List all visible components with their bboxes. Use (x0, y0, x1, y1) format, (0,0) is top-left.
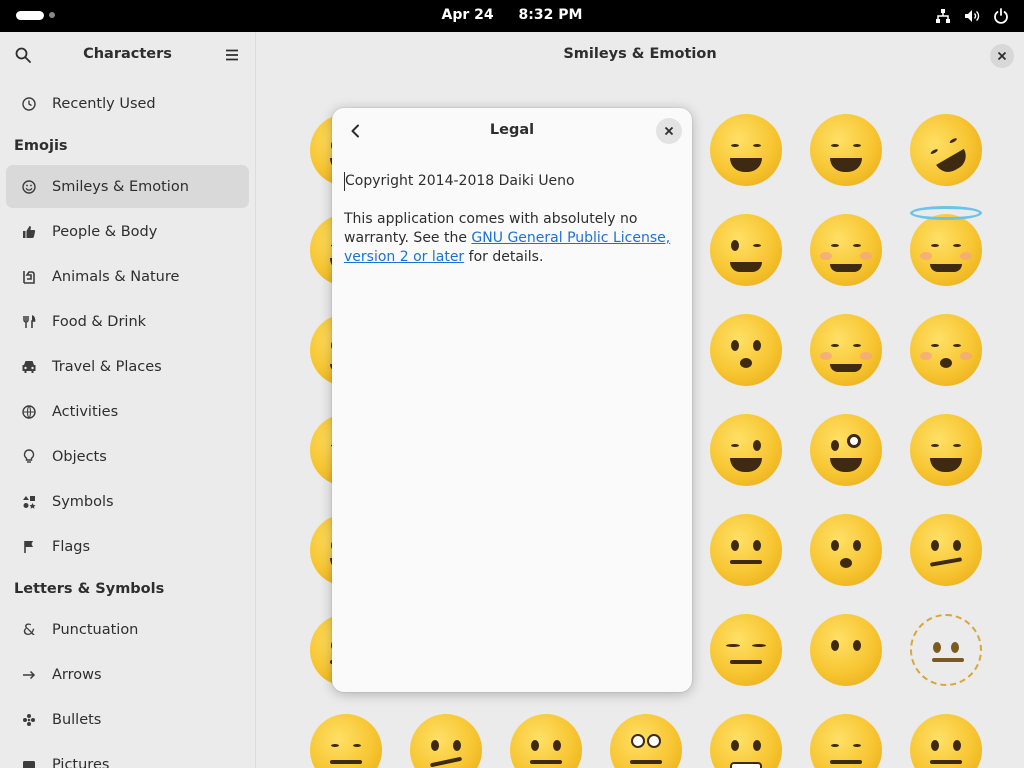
volume-icon (963, 7, 981, 25)
sidebar-item-flags[interactable]: Flags (6, 525, 249, 568)
emoji-lying-face[interactable] (896, 700, 996, 768)
symbols-icon (20, 493, 38, 511)
sidebar-item-label: Travel & Places (52, 358, 162, 375)
clock[interactable]: Apr 24 8:32 PM (0, 7, 1024, 23)
ball-icon (20, 403, 38, 421)
emoji-kissing[interactable] (696, 300, 796, 400)
window-close-button[interactable] (990, 44, 1014, 68)
close-icon (664, 126, 674, 136)
sidebar-item-label: Bullets (52, 711, 102, 728)
bullet-icon (20, 711, 38, 729)
main-header: Smileys & Emotion (256, 32, 1024, 78)
dialog-title: Legal (489, 122, 535, 138)
thumbs-up-icon (20, 223, 38, 241)
emoji-thinking[interactable] (896, 500, 996, 600)
emoji-face-in-clouds[interactable] (296, 700, 396, 768)
sidebar-item-food-drink[interactable]: Food & Drink (6, 300, 249, 343)
sidebar-item-people-body[interactable]: People & Body (6, 210, 249, 253)
sidebar-item-travel-places[interactable]: Travel & Places (6, 345, 249, 388)
emoji-no-mouth[interactable] (796, 600, 896, 700)
power-icon (992, 7, 1010, 25)
legal-dialog: Legal Copyright 2014-2018 Daiki Ueno Thi… (332, 108, 692, 692)
sidebar-item-label: Flags (52, 538, 91, 555)
hamburger-icon (226, 49, 238, 61)
sidebar-item-label: Arrows (52, 666, 102, 683)
sidebar-item-punctuation[interactable]: & Punctuation (6, 608, 249, 651)
sidebar: Characters Recently Used Emojis Smileys … (0, 32, 256, 768)
dialog-body: Copyright 2014-2018 Daiki Ueno This appl… (332, 154, 692, 267)
emoji-zany-face[interactable] (796, 400, 896, 500)
sidebar-item-label: Recently Used (52, 95, 156, 112)
emoji-smirking[interactable] (396, 700, 496, 768)
emoji-smiling-face[interactable] (796, 300, 896, 400)
time-label: 8:32 PM (518, 7, 583, 23)
section-letters-symbols: Letters & Symbols (14, 581, 165, 597)
copyright-text: Copyright 2014-2018 Daiki Ueno (344, 172, 680, 191)
smiley-icon (20, 178, 38, 196)
emoji-rolling-laughing[interactable] (896, 100, 996, 200)
sidebar-item-label: Punctuation (52, 621, 139, 638)
sidebar-item-label: Pictures (52, 756, 110, 768)
network-icon (934, 7, 952, 25)
license-text: This application comes with absolutely n… (344, 210, 680, 267)
license-suffix: for details. (464, 249, 544, 265)
picture-icon (20, 756, 38, 768)
sidebar-item-activities[interactable]: Activities (6, 390, 249, 433)
emoji-grimacing[interactable] (696, 700, 796, 768)
animal-icon (20, 268, 38, 286)
emoji-peeking-eye[interactable] (696, 500, 796, 600)
sidebar-item-label: Food & Drink (52, 313, 147, 330)
emoji-rolling-eyes[interactable] (596, 700, 696, 768)
ampersand-icon: & (22, 620, 36, 639)
section-emojis: Emojis (14, 138, 68, 154)
emoji-shushing[interactable] (796, 500, 896, 600)
emoji-kissing-closed-eyes[interactable] (896, 300, 996, 400)
top-bar: Apr 24 8:32 PM (0, 0, 1024, 32)
dialog-header: Legal (332, 108, 692, 154)
emoji-smiling-eyes[interactable] (796, 200, 896, 300)
emoji-dotted-line-face[interactable] (896, 600, 996, 700)
lightbulb-icon (20, 448, 38, 466)
date-label: Apr 24 (441, 7, 494, 23)
system-tray[interactable] (934, 7, 1010, 25)
emoji-winking-tongue[interactable] (696, 400, 796, 500)
emoji-expressionless[interactable] (696, 600, 796, 700)
sidebar-header: Characters (0, 32, 255, 78)
clock-icon (20, 95, 38, 113)
emoji-grinning-sweat[interactable] (796, 100, 896, 200)
fork-knife-icon (20, 313, 38, 331)
main-menu-button[interactable] (217, 40, 247, 70)
dialog-close-button[interactable] (656, 118, 682, 144)
sidebar-item-bullets[interactable]: Bullets (6, 698, 249, 741)
emoji-grinning-squinting[interactable] (696, 100, 796, 200)
sidebar-item-pictures[interactable]: Pictures (6, 743, 249, 768)
sidebar-item-label: Animals & Nature (52, 268, 180, 285)
emoji-winking[interactable] (696, 200, 796, 300)
flag-icon (20, 538, 38, 556)
arrow-icon (20, 666, 38, 684)
sidebar-item-label: Objects (52, 448, 107, 465)
sidebar-item-symbols[interactable]: Symbols (6, 480, 249, 523)
sidebar-item-animals-nature[interactable]: Animals & Nature (6, 255, 249, 298)
emoji-halo[interactable] (896, 200, 996, 300)
sidebar-item-label: Smileys & Emotion (52, 178, 189, 195)
sidebar-item-objects[interactable]: Objects (6, 435, 249, 478)
close-icon (997, 51, 1007, 61)
sidebar-item-recently-used[interactable]: Recently Used (6, 82, 249, 125)
car-icon (20, 358, 38, 376)
sidebar-item-label: Activities (52, 403, 119, 420)
sidebar-item-label: People & Body (52, 223, 158, 240)
sidebar-item-smileys-emotion[interactable]: Smileys & Emotion (6, 165, 249, 208)
emoji-unamused[interactable] (496, 700, 596, 768)
page-title: Smileys & Emotion (563, 46, 717, 62)
emoji-exhaling[interactable] (796, 700, 896, 768)
emoji-squinting-tongue[interactable] (896, 400, 996, 500)
sidebar-item-arrows[interactable]: Arrows (6, 653, 249, 696)
sidebar-item-label: Symbols (52, 493, 114, 510)
